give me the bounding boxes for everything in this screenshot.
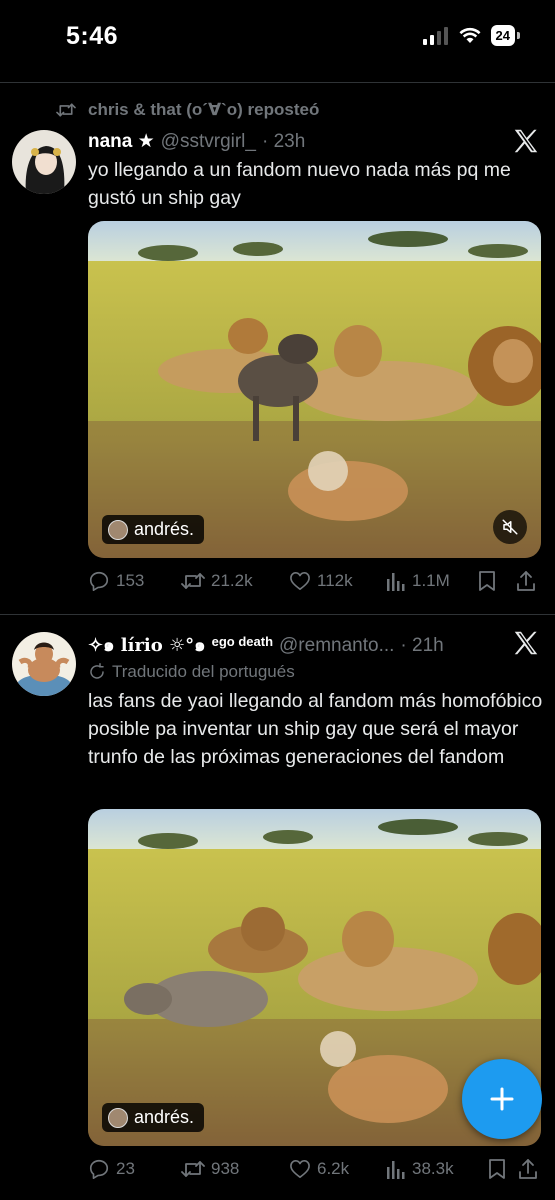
like-button[interactable]: 112k bbox=[289, 571, 386, 591]
views-icon bbox=[387, 573, 405, 591]
repost-icon bbox=[181, 1161, 205, 1177]
tweet-text: yo llegando a un fandom nuevo nada más p… bbox=[88, 159, 511, 209]
tweet-header: nana ★ @sstvrgirl_ · 23h bbox=[88, 130, 305, 153]
like-count: 112k bbox=[317, 571, 353, 590]
user-handle[interactable]: @remnanto... bbox=[279, 635, 394, 657]
share-button[interactable] bbox=[516, 570, 536, 592]
tweet-header: ✧๑ lírio ☼°๑ ego death @remnanto... · 21… bbox=[88, 630, 444, 659]
tag-name: andrés. bbox=[134, 519, 195, 539]
repost-count: 21.2k bbox=[211, 571, 253, 590]
bookmark-button[interactable] bbox=[488, 1158, 518, 1180]
reply-button[interactable]: 23 bbox=[88, 1158, 181, 1180]
share-button[interactable] bbox=[518, 1158, 538, 1180]
x-logo-icon[interactable] bbox=[511, 126, 541, 156]
reply-count: 23 bbox=[116, 1159, 135, 1178]
avatar[interactable] bbox=[12, 632, 76, 696]
views-button[interactable]: 1.1M bbox=[386, 571, 478, 591]
translation-text: Traducido del portugués bbox=[112, 662, 295, 681]
heart-icon bbox=[290, 1160, 310, 1178]
display-name[interactable]: ✧๑ lírio ☼°๑ bbox=[88, 630, 206, 659]
bookmark-button[interactable] bbox=[478, 570, 516, 592]
view-count: 1.1M bbox=[412, 571, 450, 590]
repost-icon bbox=[181, 573, 205, 589]
views-icon bbox=[387, 1161, 405, 1179]
tag-name: andrés. bbox=[134, 1107, 195, 1127]
mute-button[interactable] bbox=[493, 510, 527, 544]
divider bbox=[0, 614, 555, 615]
bookmark-icon bbox=[479, 571, 495, 591]
tweet-actions: 153 21.2k 112k 1.1M bbox=[88, 570, 541, 592]
media-user-tag[interactable]: andrés. bbox=[102, 515, 205, 544]
repost-button[interactable]: 21.2k bbox=[181, 570, 289, 592]
cellular-signal-icon bbox=[422, 26, 448, 45]
x-logo-icon[interactable] bbox=[511, 628, 541, 658]
tweet-time[interactable]: · 23h bbox=[262, 131, 305, 153]
tag-avatar bbox=[108, 519, 128, 540]
tweet-time[interactable]: · 21h bbox=[400, 635, 443, 657]
reply-icon bbox=[89, 1159, 109, 1179]
share-icon bbox=[517, 571, 535, 591]
tweet-actions: 23 938 6.2k 38.3k bbox=[88, 1158, 541, 1180]
display-name-suffix: ego death bbox=[211, 634, 274, 649]
repost-text: chris & that (o´∀`o) reposteó bbox=[88, 100, 320, 119]
clock: 5:46 bbox=[66, 22, 119, 50]
battery-indicator: 24 bbox=[490, 25, 521, 46]
media-user-tag[interactable]: andrés. bbox=[102, 1103, 205, 1132]
repost-button[interactable]: 938 bbox=[181, 1158, 289, 1180]
repost-icon bbox=[56, 103, 76, 117]
like-count: 6.2k bbox=[317, 1159, 350, 1178]
avatar[interactable] bbox=[12, 130, 76, 194]
translate-icon bbox=[90, 663, 104, 679]
bookmark-icon bbox=[489, 1159, 505, 1179]
divider bbox=[0, 82, 555, 83]
compose-button[interactable] bbox=[462, 1059, 542, 1139]
reply-button[interactable]: 153 bbox=[88, 570, 181, 592]
reply-count: 153 bbox=[116, 571, 145, 590]
wifi-icon bbox=[459, 27, 481, 43]
muted-speaker-icon bbox=[502, 519, 518, 535]
translation-notice[interactable]: Traducido del portugués bbox=[88, 662, 295, 682]
status-icons: 24 bbox=[422, 25, 521, 46]
display-name[interactable]: nana ★ bbox=[88, 130, 155, 153]
share-icon bbox=[519, 1159, 537, 1179]
heart-icon bbox=[290, 572, 310, 590]
view-count: 38.3k bbox=[412, 1159, 454, 1178]
tweet-video[interactable]: andrés. bbox=[88, 221, 541, 558]
views-button[interactable]: 38.3k bbox=[386, 1159, 488, 1179]
repost-indicator[interactable]: chris & that (o´∀`o) reposteó bbox=[56, 100, 319, 120]
plus-icon bbox=[490, 1087, 514, 1111]
reply-icon bbox=[89, 571, 109, 591]
like-button[interactable]: 6.2k bbox=[289, 1159, 386, 1179]
tag-avatar bbox=[108, 1107, 128, 1128]
user-handle[interactable]: @sstvrgirl_ bbox=[161, 131, 256, 153]
video-frame bbox=[88, 221, 541, 558]
repost-count: 938 bbox=[211, 1159, 240, 1178]
status-bar: 5:46 24 bbox=[0, 0, 555, 72]
tweet-text: las fans de yaoi llegando al fandom más … bbox=[88, 690, 543, 768]
